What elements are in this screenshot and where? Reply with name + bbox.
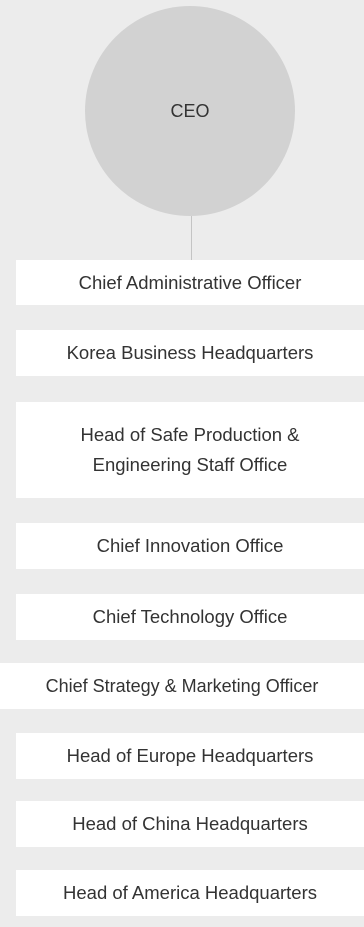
org-unit-america-headquarters: Head of America Headquarters [16, 870, 364, 916]
org-unit-chief-technology-office: Chief Technology Office [16, 594, 364, 640]
org-unit-europe-headquarters: Head of Europe Headquarters [16, 733, 364, 779]
org-unit-safe-production-engineering-staff-office: Head of Safe Production & Engineering St… [16, 402, 364, 498]
org-unit-chief-innovation-office: Chief Innovation Office [16, 523, 364, 569]
org-unit-chief-administrative-officer: Chief Administrative Officer [16, 260, 364, 305]
org-unit-chief-strategy-marketing-officer: Chief Strategy & Marketing Officer [0, 663, 364, 709]
org-unit-korea-business-headquarters: Korea Business Headquarters [16, 330, 364, 376]
org-unit-china-headquarters: Head of China Headquarters [16, 801, 364, 847]
ceo-node: CEO [85, 6, 295, 216]
ceo-connector-line [191, 216, 192, 260]
ceo-label: CEO [170, 100, 210, 121]
